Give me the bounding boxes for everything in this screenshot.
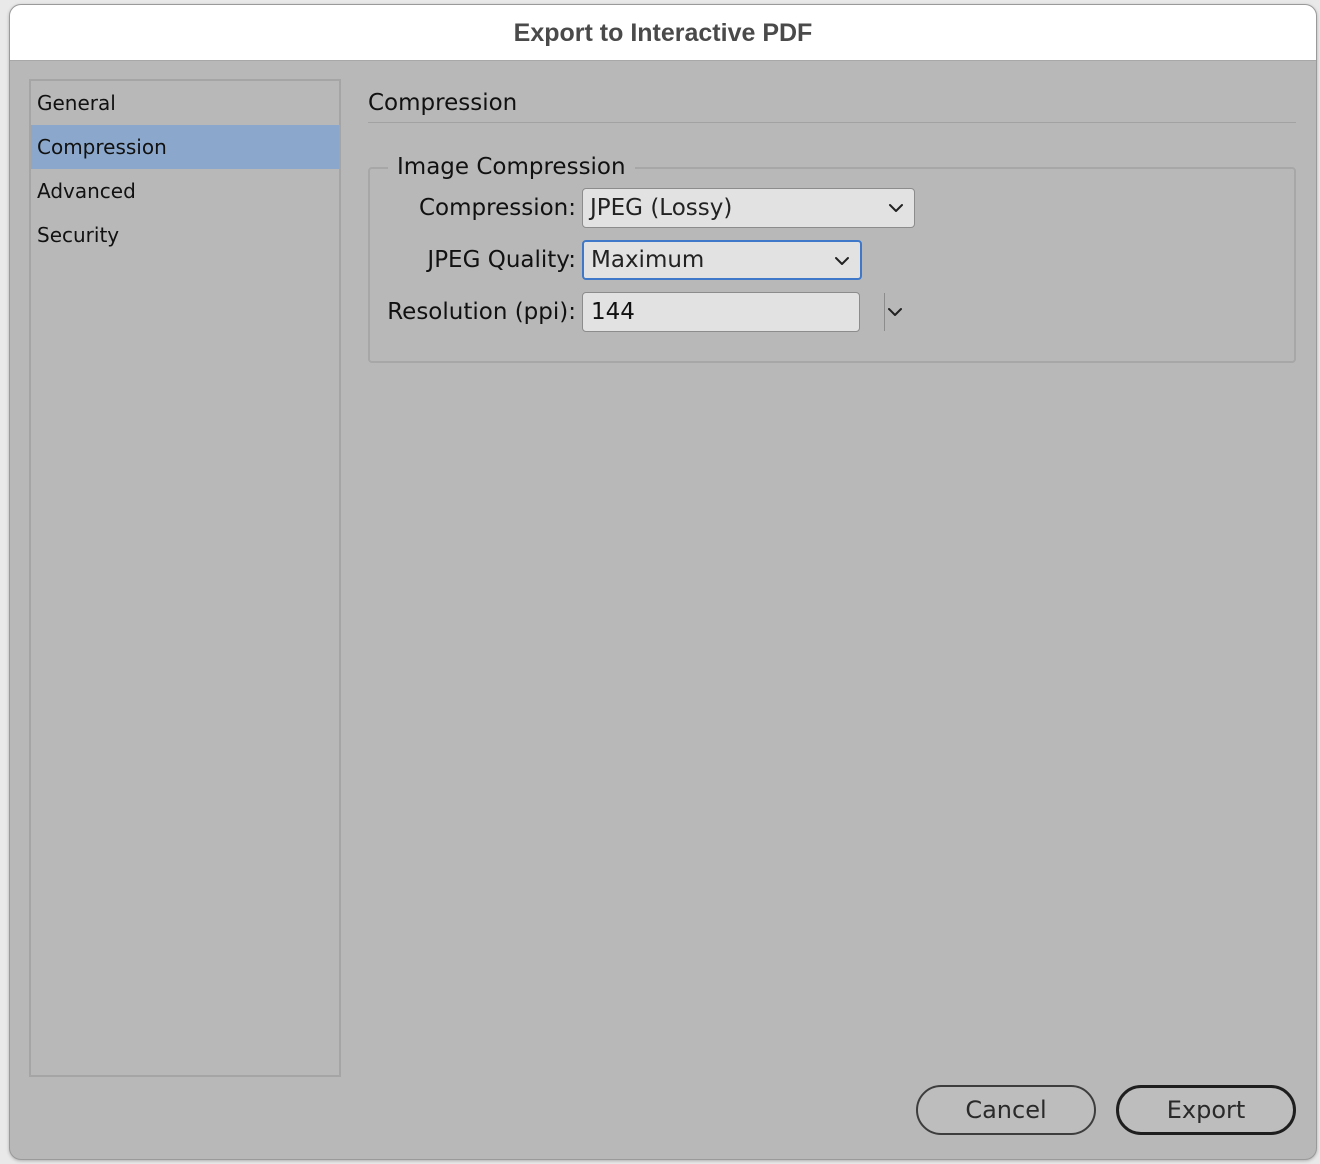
export-dialog: Export to Interactive PDF General Compre… xyxy=(9,4,1317,1160)
title-bar: Export to Interactive PDF xyxy=(10,5,1316,61)
chevron-down-icon xyxy=(835,257,849,265)
category-list: General Compression Advanced Security xyxy=(29,79,341,1077)
resolution-input[interactable] xyxy=(583,293,884,331)
resolution-label: Resolution (ppi): xyxy=(387,299,576,325)
jpeg-quality-value: Maximum xyxy=(591,247,705,273)
image-compression-group: Image Compression Compression: JPEG (Los… xyxy=(368,152,1296,363)
compression-select[interactable]: JPEG (Lossy) xyxy=(582,188,915,228)
chevron-down-icon xyxy=(888,308,902,316)
jpeg-quality-row: JPEG Quality: Maximum xyxy=(370,239,1294,281)
resolution-dropdown-button[interactable] xyxy=(884,293,905,331)
compression-row: Compression: JPEG (Lossy) xyxy=(370,187,1294,229)
group-legend: Image Compression xyxy=(388,152,635,182)
chevron-down-icon xyxy=(889,204,903,212)
settings-panel: Compression Image Compression Compressio… xyxy=(368,79,1296,363)
dialog-title: Export to Interactive PDF xyxy=(513,19,813,47)
jpeg-quality-select[interactable]: Maximum xyxy=(582,240,862,280)
sidebar-item-compression[interactable]: Compression xyxy=(31,125,339,169)
sidebar-item-advanced[interactable]: Advanced xyxy=(31,169,339,213)
sidebar-item-security[interactable]: Security xyxy=(31,213,339,257)
sidebar-item-general[interactable]: General xyxy=(31,81,339,125)
cancel-button[interactable]: Cancel xyxy=(916,1085,1096,1135)
section-title: Compression xyxy=(368,79,1296,123)
resolution-row: Resolution (ppi): xyxy=(370,291,1294,333)
compression-value: JPEG (Lossy) xyxy=(590,195,733,221)
resolution-combobox xyxy=(582,292,902,332)
compression-label: Compression: xyxy=(419,195,576,221)
jpeg-quality-label: JPEG Quality: xyxy=(427,247,576,273)
export-button[interactable]: Export xyxy=(1116,1085,1296,1135)
